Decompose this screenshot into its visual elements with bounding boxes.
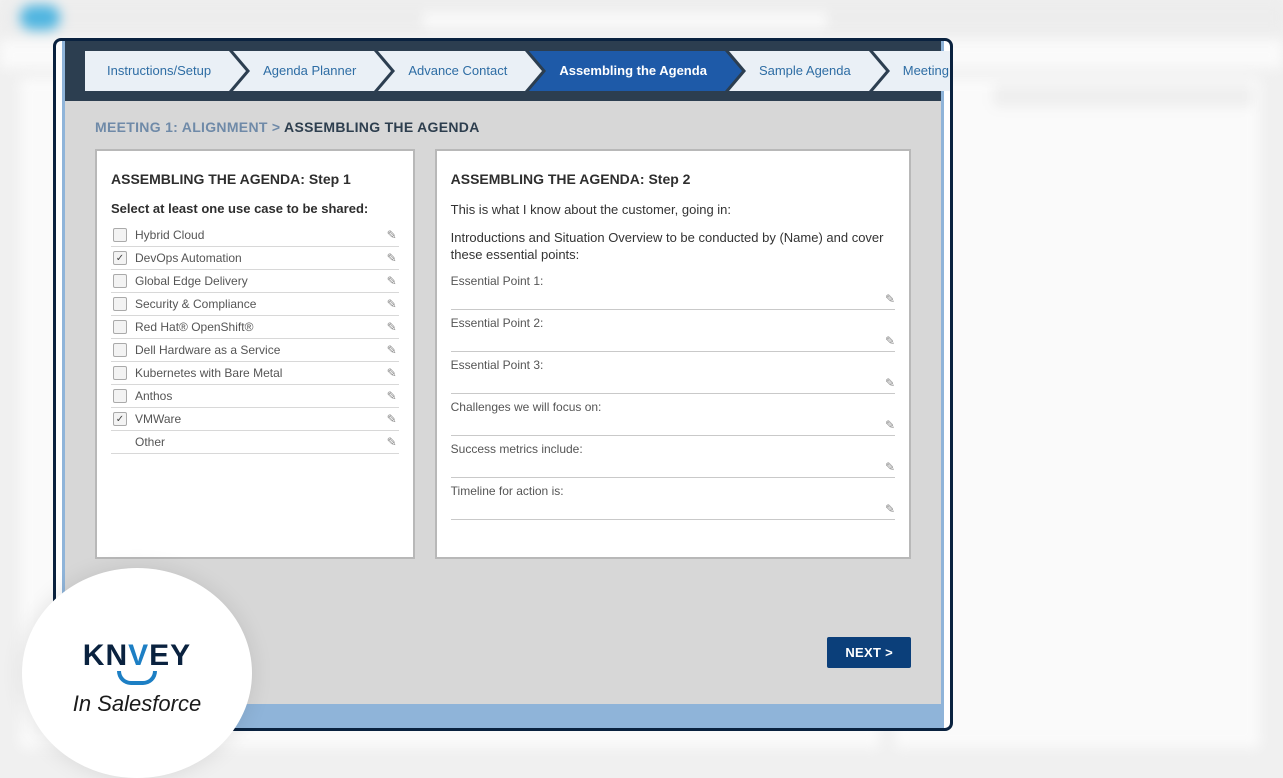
usecase-checkbox[interactable] [113,389,127,403]
usecase-checkbox[interactable] [113,320,127,334]
usecase-label: Global Edge Delivery [135,274,248,288]
usecase-item: VMWare ✎ [111,408,399,431]
usecase-label: Red Hat® OpenShift® [135,320,253,334]
pencil-icon[interactable]: ✎ [387,366,397,380]
pencil-icon[interactable]: ✎ [885,292,895,306]
usecase-checkbox[interactable] [113,343,127,357]
pencil-icon[interactable]: ✎ [885,418,895,432]
field-block: Success metrics include: ✎ [451,442,895,478]
usecase-label: DevOps Automation [135,251,242,265]
field-input-line[interactable]: ✎ [451,416,895,436]
usecase-checkbox[interactable] [113,297,127,311]
knvey-smile-icon [117,671,157,685]
breadcrumb-prefix: MEETING 1: ALIGNMENT > [95,119,284,135]
wizard-step-3[interactable]: Assembling the Agenda [529,51,725,91]
usecase-label: Dell Hardware as a Service [135,343,280,357]
step2-heading: ASSEMBLING THE AGENDA: Step 2 [451,171,895,187]
pencil-icon[interactable]: ✎ [387,343,397,357]
step2-line1: This is what I know about the customer, … [451,201,895,219]
field-label: Essential Point 1: [451,274,895,288]
pencil-icon[interactable]: ✎ [885,460,895,474]
usecase-item: Hybrid Cloud ✎ [111,224,399,247]
pencil-icon[interactable]: ✎ [885,376,895,390]
usecase-label: Kubernetes with Bare Metal [135,366,282,380]
knvey-subtitle: In Salesforce [73,691,201,717]
usecase-label: VMWare [135,412,181,426]
pencil-icon[interactable]: ✎ [387,412,397,426]
usecase-checkbox[interactable] [113,228,127,242]
pencil-icon[interactable]: ✎ [387,228,397,242]
field-block: Essential Point 2: ✎ [451,316,895,352]
usecase-label: Hybrid Cloud [135,228,204,242]
usecase-item: DevOps Automation ✎ [111,247,399,270]
wizard-step-0[interactable]: Instructions/Setup [85,51,229,91]
wizard-nav: Instructions/SetupAgenda PlannerAdvance … [65,41,941,101]
field-label: Success metrics include: [451,442,895,456]
step2-line2: Introductions and Situation Overview to … [451,229,895,264]
pencil-icon[interactable]: ✎ [885,334,895,348]
knvey-logo: KNVEY [83,639,191,673]
step1-instruction: Select at least one use case to be share… [111,201,399,216]
pencil-icon[interactable]: ✎ [387,251,397,265]
usecase-label: Anthos [135,389,172,403]
field-input-line[interactable]: ✎ [451,500,895,520]
field-input-line[interactable]: ✎ [451,290,895,310]
field-input-line[interactable]: ✎ [451,332,895,352]
pencil-icon[interactable]: ✎ [387,435,397,449]
pencil-icon[interactable]: ✎ [387,297,397,311]
field-input-line[interactable]: ✎ [451,458,895,478]
field-input-line[interactable]: ✎ [451,374,895,394]
usecase-item: Global Edge Delivery ✎ [111,270,399,293]
field-label: Essential Point 2: [451,316,895,330]
field-label: Challenges we will focus on: [451,400,895,414]
usecase-checkbox[interactable] [113,412,127,426]
field-label: Timeline for action is: [451,484,895,498]
usecase-item: Kubernetes with Bare Metal ✎ [111,362,399,385]
breadcrumb-current: ASSEMBLING THE AGENDA [284,119,480,135]
field-block: Challenges we will focus on: ✎ [451,400,895,436]
wizard-step-1[interactable]: Agenda Planner [233,51,374,91]
usecase-item: Red Hat® OpenShift® ✎ [111,316,399,339]
step1-panel: ASSEMBLING THE AGENDA: Step 1 Select at … [95,149,415,559]
usecase-item: Anthos ✎ [111,385,399,408]
knvey-badge: KNVEY In Salesforce [22,568,252,778]
field-label: Essential Point 3: [451,358,895,372]
pencil-icon[interactable]: ✎ [885,502,895,516]
field-block: Timeline for action is: ✎ [451,484,895,520]
usecase-checkbox[interactable] [113,366,127,380]
next-button[interactable]: NEXT > [827,637,911,668]
wizard-step-2[interactable]: Advance Contact [378,51,525,91]
step2-panel: ASSEMBLING THE AGENDA: Step 2 This is wh… [435,149,911,559]
usecase-label: Security & Compliance [135,297,256,311]
pencil-icon[interactable]: ✎ [387,389,397,403]
wizard-step-4[interactable]: Sample Agenda [729,51,869,91]
field-block: Essential Point 3: ✎ [451,358,895,394]
step1-heading: ASSEMBLING THE AGENDA: Step 1 [111,171,399,187]
usecase-item: Dell Hardware as a Service ✎ [111,339,399,362]
usecase-item: Security & Compliance ✎ [111,293,399,316]
pencil-icon[interactable]: ✎ [387,320,397,334]
field-block: Essential Point 1: ✎ [451,274,895,310]
usecase-checkbox[interactable] [113,274,127,288]
usecase-label: Other [135,435,165,449]
usecase-checkbox[interactable] [113,251,127,265]
usecase-list: Hybrid Cloud✎DevOps Automation✎Global Ed… [111,224,399,454]
pencil-icon[interactable]: ✎ [387,274,397,288]
usecase-item: Other ✎ [111,431,399,454]
step2-fields: Essential Point 1:✎Essential Point 2:✎Es… [451,274,895,520]
